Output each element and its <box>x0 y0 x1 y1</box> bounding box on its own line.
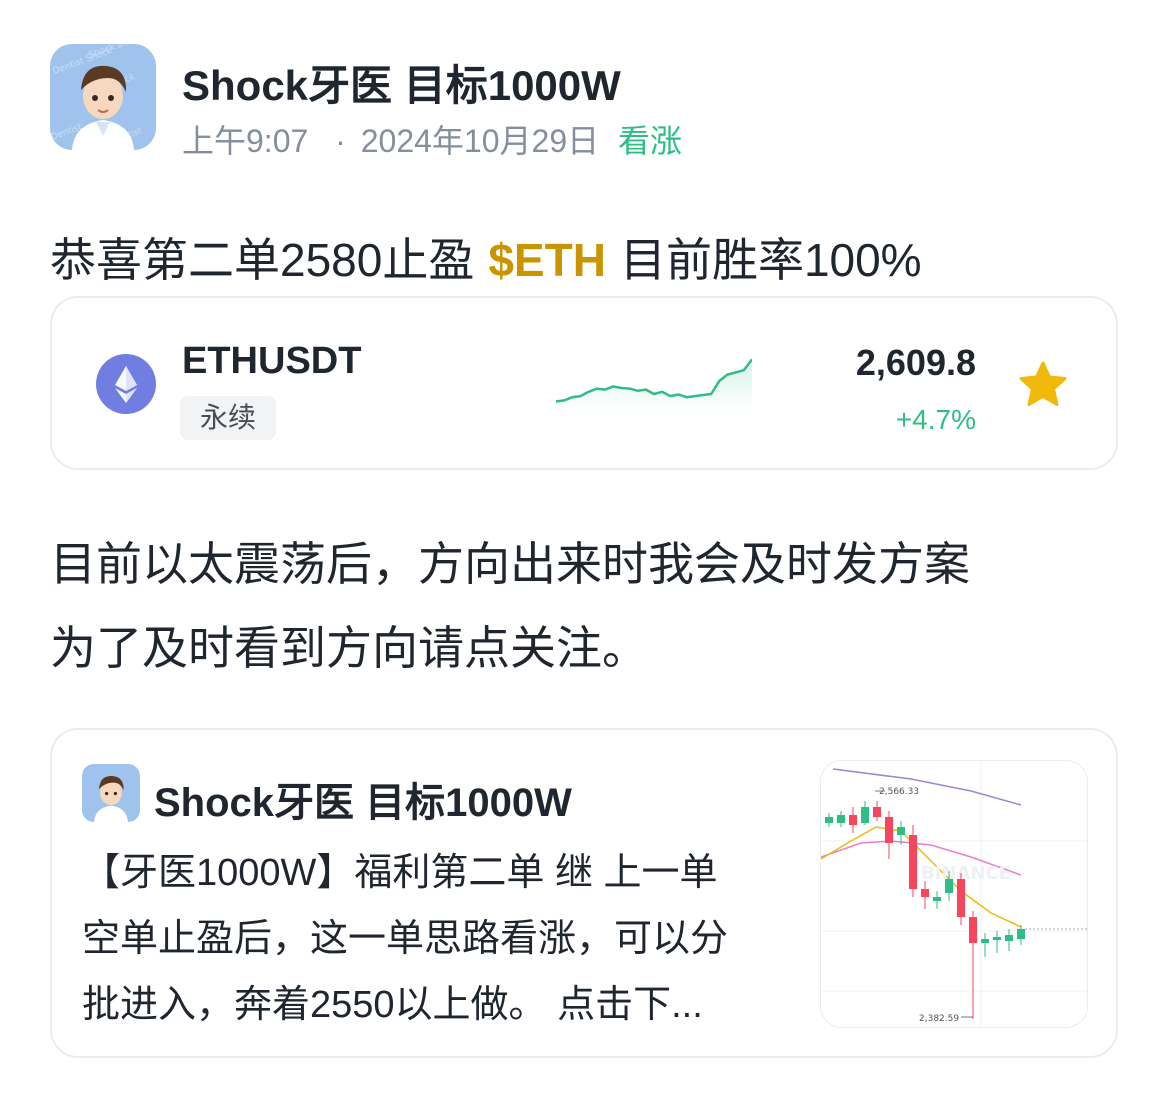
star-icon[interactable] <box>1016 358 1070 412</box>
post-meta: 上午9:07 · 2024年10月29日 看涨 <box>182 116 682 162</box>
quoted-post-text: 【牙医1000W】福利第二单 继 上一单 空单止盈后，这一单思路看涨，可以分 批… <box>82 840 802 1038</box>
price-sparkline <box>556 358 752 412</box>
quoted-author-avatar <box>82 764 140 822</box>
post-headline: 恭喜第二单2580止盈 $ETH 目前胜率100% <box>50 224 922 290</box>
chart-high-label: 2,566.33 <box>879 787 919 797</box>
ticker-price: 2,609.8 <box>855 342 976 383</box>
ticker-symbol: ETHUSDT <box>182 340 362 382</box>
post-date: 2024年10月29日 <box>360 123 600 159</box>
quoted-text-line: 批进入，奔着2550以上做。 点击下... <box>82 984 703 1026</box>
quoted-chart-thumbnail: BINANCE 2,566.33 2,382.59 <box>820 760 1088 1028</box>
headline-text: 恭喜第二单2580止盈 <box>50 234 475 286</box>
chart-watermark: BINANCE <box>921 863 1011 884</box>
post-body: 目前以太震荡后，方向出来时我会及时发方案 为了及时看到方向请点关注。 <box>50 522 1130 690</box>
headline-text-after: 目前胜率100% <box>619 234 922 286</box>
meta-separator: · <box>335 123 346 159</box>
sentiment-label: 看涨 <box>618 123 683 159</box>
author-avatar[interactable]: Shock Dentist Dentist Shock Shock Dentis… <box>50 44 156 150</box>
cashtag-link[interactable]: $ETH <box>488 234 606 286</box>
ethereum-icon <box>96 354 156 414</box>
perpetual-badge: 永续 <box>180 396 276 440</box>
ticker-change: +4.7% <box>895 404 976 435</box>
post-body-line: 为了及时看到方向请点关注。 <box>50 622 648 674</box>
author-name[interactable]: Shock牙医 目标1000W <box>182 52 621 113</box>
post-body-line: 目前以太震荡后，方向出来时我会及时发方案 <box>50 538 970 590</box>
post-time: 上午9:07 <box>182 123 309 159</box>
chart-low-label: 2,382.59 <box>919 1014 959 1024</box>
quoted-text-line: 空单止盈后，这一单思路看涨，可以分 <box>82 918 729 960</box>
quoted-text-line: 【牙医1000W】福利第二单 继 上一单 <box>82 852 718 894</box>
quoted-author-name: Shock牙医 目标1000W <box>154 781 572 825</box>
